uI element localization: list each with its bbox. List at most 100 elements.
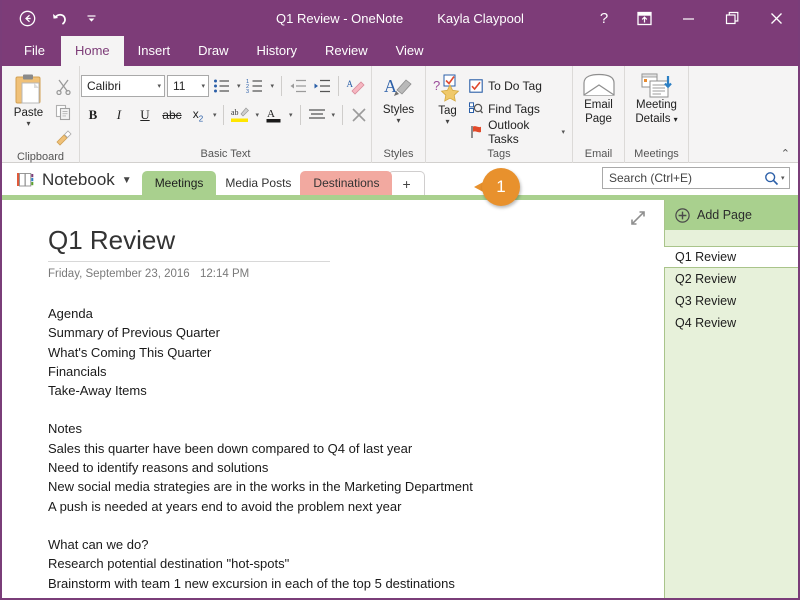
page-list-item-q3-review[interactable]: Q3 Review [665,290,798,312]
ribbon-tab-home[interactable]: Home [60,36,124,66]
font-size-combobox[interactable]: 11 ▾ [166,75,209,97]
section-tab-destinations[interactable]: Destinations [300,171,393,195]
copy-icon[interactable] [53,101,75,123]
page-title[interactable]: Q1 Review [48,224,664,256]
paste-dropdown-caret[interactable]: ▾ [7,120,51,128]
callout-number: 1 [482,168,520,206]
increase-indent-icon[interactable] [311,75,333,97]
checkbox-checked-icon [469,75,483,97]
ribbon-group-email: Email Page Email [573,66,625,163]
styles-button[interactable]: A Styles ▾ [383,70,415,125]
paste-button[interactable]: Paste ▾ [7,72,51,128]
page-list-item-q2-review[interactable]: Q2 Review [665,268,798,290]
find-tags-magnifier-icon [469,98,484,120]
ribbon-tab-draw[interactable]: Draw [184,36,242,66]
underline-button[interactable]: U [133,104,157,126]
ribbon-tab-strip: File Home Insert Draw History Review Vie… [2,36,798,66]
close-icon[interactable] [754,0,798,36]
section-tabs: Meetings Media Posts Destinations + [141,171,425,195]
bold-button[interactable]: B [81,104,105,126]
section-bar: Notebook ▼ Meetings Media Posts Destinat… [2,163,798,195]
group-label-styles: Styles [383,148,414,160]
collapse-ribbon-chevron-icon[interactable]: ⌃ [781,147,790,160]
add-circle-icon [675,207,690,223]
numbered-list-dropdown-caret[interactable]: ▾ [268,82,276,90]
ribbon-tab-insert[interactable]: Insert [124,36,185,66]
note-line: A push is needed at years end to avoid t… [48,498,402,514]
numbered-list-icon[interactable]: 123 [244,75,266,97]
ribbon-tab-file[interactable]: File [8,36,61,66]
tag-item-outlook-tasks[interactable]: Outlook Tasks ▾ [469,118,567,146]
help-button[interactable]: ? [586,0,622,36]
ribbon-tab-review[interactable]: Review [311,36,382,66]
undo-arrow-icon[interactable] [44,3,74,33]
meeting-details-label-2: Details ▾ [635,112,678,125]
note-line: New social media strategies are in the w… [48,479,473,495]
clear-formatting-icon[interactable]: A [344,75,366,97]
add-page-label: Add Page [697,208,752,222]
bullet-list-dropdown-caret[interactable]: ▾ [235,82,243,90]
chevron-down-icon[interactable]: ▼ [122,175,132,186]
group-label-email: Email [584,148,613,160]
search-input[interactable] [609,171,764,185]
add-page-button[interactable]: Add Page [665,200,798,230]
bullet-list-icon[interactable] [211,75,233,97]
svg-text:3: 3 [246,89,249,94]
section-tab-media-posts[interactable]: Media Posts [212,171,304,195]
tag-dropdown-caret[interactable]: ▾ [431,118,464,126]
search-scope-dropdown-icon[interactable]: ▾ [779,174,787,182]
restore-icon[interactable] [710,0,754,36]
meeting-details-button[interactable]: Meeting Details ▾ [635,70,678,126]
subscript-dropdown-caret[interactable]: ▾ [211,111,219,119]
email-page-button[interactable]: Email Page [582,70,616,126]
format-painter-icon[interactable] [53,127,75,149]
align-text-icon[interactable] [306,104,328,126]
note-block-agenda[interactable]: Agenda Summary of Previous Quarter What'… [48,304,664,400]
subscript-button[interactable]: x2 [187,104,209,126]
ribbon: Paste ▾ Clipboard Calibri ▾ 11 ▾ ▾ 1 2 3… [2,66,798,163]
add-section-button[interactable]: + [388,171,425,195]
group-label-basic-text: Basic Text [200,148,251,160]
font-name-combobox[interactable]: Calibri ▾ [80,75,165,97]
quick-access-dropdown-icon[interactable] [76,3,106,33]
search-box[interactable]: ▾ [602,167,790,189]
ribbon-group-styles: A Styles ▾ Styles [372,66,426,163]
page-list-item-q4-review[interactable]: Q4 Review [665,312,798,334]
ribbon-display-options-icon[interactable] [622,0,666,36]
align-dropdown-caret[interactable]: ▾ [330,111,338,119]
remove-formatting-x-icon[interactable] [348,104,370,126]
font-color-button[interactable]: A [263,104,285,126]
font-color-dropdown-caret[interactable]: ▾ [287,111,295,119]
tag-button[interactable]: ? Tag ▾ [431,74,464,126]
ribbon-tab-history[interactable]: History [243,36,311,66]
ribbon-tab-view[interactable]: View [382,36,438,66]
note-block-notes[interactable]: Notes Sales this quarter have been down … [48,419,664,515]
tag-item-find-tags[interactable]: Find Tags [469,98,567,119]
ribbon-group-meetings: Meeting Details ▾ Meetings [625,66,689,163]
strikethrough-button[interactable]: abc [159,104,185,126]
minimize-icon[interactable] [666,0,710,36]
highlight-dropdown-caret[interactable]: ▾ [253,111,261,119]
styles-dropdown-caret[interactable]: ▾ [383,117,415,125]
search-magnifier-icon[interactable] [764,171,779,186]
cut-scissors-icon[interactable] [53,75,75,97]
page-list-item-q1-review[interactable]: Q1 Review [664,246,798,268]
section-tab-meetings[interactable]: Meetings [141,171,217,195]
decrease-indent-icon[interactable] [287,75,309,97]
back-arrow-circle-icon[interactable] [12,3,42,33]
page-list: Q1 Review Q2 Review Q3 Review Q4 Review [664,230,798,334]
text-highlight-icon[interactable]: ab [229,104,251,126]
outlook-tasks-dropdown-caret[interactable]: ▾ [559,128,567,136]
notebook-selector[interactable]: Notebook ▼ [16,170,132,195]
note-line: Take-Away Items [48,383,147,399]
note-page-canvas[interactable]: Q1 Review Friday, September 23, 2016 12:… [2,200,664,598]
page-time: 12:14 PM [200,268,250,280]
divider [223,105,225,125]
note-block-what-can-we-do[interactable]: What can we do? Research potential desti… [48,535,664,593]
main-area: Q1 Review Friday, September 23, 2016 12:… [2,200,798,598]
font-size-value: 11 [172,79,186,93]
italic-button[interactable]: I [107,104,131,126]
expand-diagonal-arrows-icon[interactable] [630,210,646,231]
tag-item-to-do-tag[interactable]: To Do Tag [469,75,567,96]
email-page-label-2: Page [585,112,612,125]
